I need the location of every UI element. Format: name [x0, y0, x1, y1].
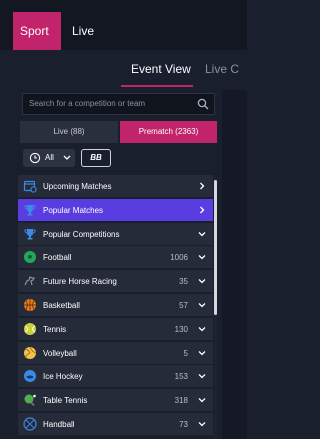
sport-list-item-label: Popular Matches [43, 205, 104, 215]
sport-list-item[interactable]: Popular Competitions [18, 222, 213, 245]
clock-icon [29, 152, 41, 164]
segment-prematch[interactable]: Prematch (2363) [120, 121, 217, 143]
tab-event-view[interactable]: Event View [131, 62, 191, 76]
ice-hockey-icon [24, 370, 36, 383]
chevron-down-icon [63, 155, 71, 160]
chevron-down-icon[interactable] [198, 420, 206, 428]
handball-icon [23, 417, 37, 431]
chevron-down-icon[interactable] [198, 349, 206, 357]
tennis-ball-icon [24, 322, 36, 335]
sport-list-item[interactable]: Table Tennis 318 [18, 389, 213, 412]
sport-event-count: 35 [179, 277, 188, 287]
right-panel-edge [222, 90, 247, 439]
sport-list-item-label: Future Horse Racing [43, 277, 117, 287]
sport-list-item-label: Popular Competitions [43, 229, 120, 239]
sport-list-item-label: Upcoming Matches [43, 182, 112, 191]
tab-live-calendar[interactable]: Live C [205, 62, 239, 76]
volleyball-icon [24, 346, 37, 359]
sport-list-item[interactable]: Upcoming Matches [18, 175, 213, 197]
football-icon [24, 251, 36, 264]
time-filter-select[interactable]: All [23, 149, 75, 167]
table-tennis-icon [24, 394, 36, 407]
tab-live[interactable]: Live [72, 12, 94, 50]
chevron-down-icon[interactable] [198, 253, 206, 261]
sport-list-item[interactable]: Football 1006 [18, 246, 213, 269]
search-input[interactable]: Search for a competition or team [22, 93, 215, 115]
sport-list-item-label: Tennis [43, 324, 67, 334]
chevron-right-icon[interactable] [198, 206, 206, 214]
sport-list-item-label: Basketball [43, 301, 80, 310]
sport-list-item-label: Volleyball [43, 348, 77, 358]
tab-sport[interactable]: Sport [13, 12, 61, 50]
sport-event-count: 5 [183, 348, 188, 358]
chevron-down-icon[interactable] [198, 230, 206, 238]
sport-list-item-label: Ice Hockey [43, 372, 83, 382]
sport-list-item[interactable]: Handball 73 [18, 413, 213, 435]
horse-icon [24, 276, 35, 286]
search-placeholder: Search for a competition or team [29, 99, 146, 108]
chevron-down-icon[interactable] [198, 301, 206, 309]
sport-list-item-label: Football [43, 253, 72, 263]
sport-list-item-label: Handball [43, 420, 75, 429]
sport-list-item-label: Table Tennis [43, 396, 88, 406]
sport-list-item[interactable]: Future Horse Racing 35 [18, 270, 213, 293]
sport-list-item[interactable]: Volleyball 5 [18, 341, 213, 364]
chevron-down-icon[interactable] [198, 325, 206, 333]
bet-builder-button[interactable]: BB [81, 149, 111, 167]
sport-event-count: 73 [179, 420, 188, 429]
sport-event-count: 318 [174, 396, 188, 406]
active-tab-indicator [121, 85, 193, 87]
search-icon[interactable] [197, 98, 209, 110]
time-filter-value: All [45, 153, 54, 162]
sport-event-count: 153 [174, 372, 188, 382]
chevron-down-icon[interactable] [198, 396, 206, 404]
sport-event-count: 130 [174, 324, 188, 334]
segment-live[interactable]: Live (88) [20, 121, 118, 143]
sport-event-count: 57 [179, 301, 188, 310]
chevron-right-icon[interactable] [198, 182, 206, 190]
sport-list-item[interactable]: Ice Hockey 153 [18, 365, 213, 388]
scrollbar-thumb[interactable] [214, 180, 217, 315]
trophy-icon [24, 204, 36, 216]
trophy-icon [24, 228, 36, 240]
sport-list-item[interactable]: Basketball 57 [18, 294, 213, 316]
calendar-clock-icon [23, 180, 37, 193]
sport-list-item[interactable]: Tennis 130 [18, 317, 213, 340]
sport-event-count: 1006 [170, 253, 188, 263]
chevron-down-icon[interactable] [198, 277, 206, 285]
chevron-down-icon[interactable] [198, 372, 206, 380]
basketball-icon [24, 299, 36, 311]
sport-list-item[interactable]: Popular Matches [18, 198, 213, 221]
